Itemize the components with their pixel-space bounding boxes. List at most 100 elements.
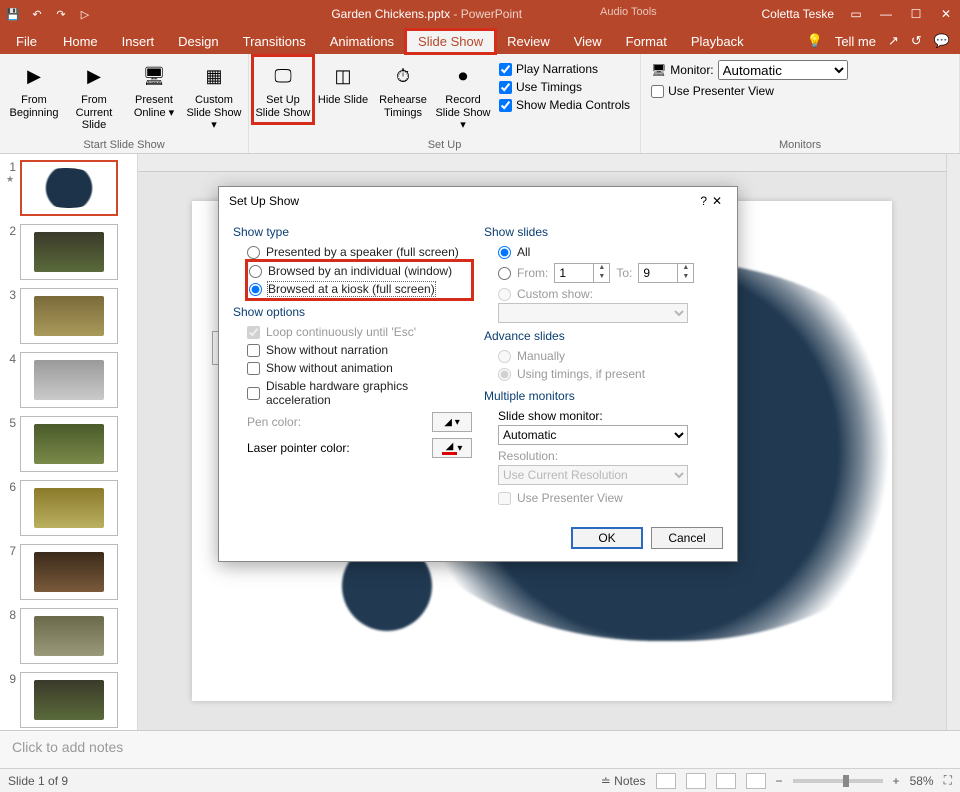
fit-to-window-icon[interactable]: ⛶ bbox=[944, 773, 952, 788]
pen-color-picker[interactable]: ◢ ▾ bbox=[432, 412, 472, 432]
help-icon[interactable]: ? bbox=[700, 194, 707, 208]
close-icon[interactable]: ✕ bbox=[938, 7, 954, 21]
ribbon: ▶From Beginning ▶From Current Slide 🖥Pre… bbox=[0, 54, 960, 154]
zoom-slider[interactable] bbox=[793, 779, 883, 783]
set-up-show-dialog: Set Up Show ? ✕ Show type Presented by a… bbox=[218, 186, 738, 562]
thumbnail-9[interactable] bbox=[20, 672, 118, 728]
laser-color-label: Laser pointer color: bbox=[247, 441, 350, 455]
resolution-select: Use Current Resolution bbox=[498, 465, 688, 485]
show-type-heading: Show type bbox=[233, 225, 472, 239]
thumbnail-4[interactable] bbox=[20, 352, 118, 408]
share-icon[interactable]: ↗ bbox=[888, 33, 899, 49]
slide-show-monitor-select[interactable]: Automatic bbox=[498, 425, 688, 445]
show-slides-heading: Show slides bbox=[484, 225, 723, 239]
show-media-controls-checkbox[interactable]: Show Media Controls bbox=[499, 98, 630, 112]
tab-playback[interactable]: Playback bbox=[679, 30, 756, 53]
start-from-beginning-icon[interactable]: ▷ bbox=[78, 7, 92, 21]
play-current-icon: ▶ bbox=[78, 60, 110, 92]
horizontal-ruler bbox=[138, 154, 946, 172]
ok-button[interactable]: OK bbox=[571, 527, 643, 549]
reading-view-icon[interactable] bbox=[716, 773, 736, 789]
thumbnail-5[interactable] bbox=[20, 416, 118, 472]
close-dialog-icon[interactable]: ✕ bbox=[707, 194, 727, 208]
tab-transitions[interactable]: Transitions bbox=[231, 30, 318, 53]
thumbnail-7[interactable] bbox=[20, 544, 118, 600]
pen-color-label: Pen color: bbox=[247, 415, 301, 429]
tab-animations[interactable]: Animations bbox=[318, 30, 406, 53]
group-set-up: 🖵Set Up Slide Show ◫Hide Slide ⏱Rehearse… bbox=[249, 54, 641, 153]
from-current-slide-button[interactable]: ▶From Current Slide bbox=[64, 56, 124, 136]
custom-show-select bbox=[498, 303, 688, 323]
tab-file[interactable]: File bbox=[2, 30, 51, 53]
zoom-in-icon[interactable]: + bbox=[893, 774, 900, 788]
tab-insert[interactable]: Insert bbox=[110, 30, 167, 53]
maximize-icon[interactable]: ☐ bbox=[908, 7, 924, 21]
cancel-button[interactable]: Cancel bbox=[651, 527, 723, 549]
tab-slide-show[interactable]: Slide Show bbox=[406, 30, 495, 53]
laser-color-picker[interactable]: ◢ ▾ bbox=[432, 438, 472, 458]
radio-from-to[interactable]: From: ▲▼ To: ▲▼ bbox=[498, 261, 723, 285]
tell-me-icon[interactable]: 💡 bbox=[807, 33, 823, 49]
radio-individual[interactable]: Browsed by an individual (window) bbox=[249, 262, 470, 280]
from-beginning-button[interactable]: ▶From Beginning bbox=[4, 56, 64, 123]
monitor-select[interactable]: Automatic bbox=[718, 60, 848, 80]
present-online-button[interactable]: 🖥Present Online ▾ bbox=[124, 56, 184, 123]
thumbnail-2[interactable] bbox=[20, 224, 118, 280]
ribbon-tabs: File Home Insert Design Transitions Anim… bbox=[0, 28, 960, 54]
thumbnail-1[interactable] bbox=[20, 160, 118, 216]
no-animation-checkbox[interactable]: Show without animation bbox=[247, 359, 472, 377]
thumbnail-3[interactable] bbox=[20, 288, 118, 344]
history-icon[interactable]: ↺ bbox=[911, 33, 922, 49]
resolution-label: Resolution: bbox=[498, 445, 723, 465]
thumbnail-8[interactable] bbox=[20, 608, 118, 664]
comments-icon[interactable]: 💬 bbox=[934, 33, 950, 49]
tab-format[interactable]: Format bbox=[614, 30, 679, 53]
set-up-slide-show-button[interactable]: 🖵Set Up Slide Show bbox=[253, 56, 313, 123]
monitor-icon: 🖥 bbox=[651, 63, 666, 77]
thumbnail-6[interactable] bbox=[20, 480, 118, 536]
thumb-number: 8 bbox=[6, 608, 20, 622]
radio-all-slides[interactable]: All bbox=[498, 243, 723, 261]
radio-speaker[interactable]: Presented by a speaker (full screen) bbox=[247, 243, 472, 261]
to-input[interactable] bbox=[638, 263, 678, 283]
from-input[interactable] bbox=[554, 263, 594, 283]
custom-slide-show-button[interactable]: ▦Custom Slide Show ▾ bbox=[184, 56, 244, 136]
title-bar: 💾 ↶ ↷ ▷ Garden Chickens.pptx - PowerPoin… bbox=[0, 0, 960, 28]
slide-thumbnails-panel[interactable]: 1★ 2 3 4 5 6 7 8 9 bbox=[0, 154, 138, 730]
tab-review[interactable]: Review bbox=[495, 30, 562, 53]
radio-kiosk[interactable]: Browsed at a kiosk (full screen) bbox=[249, 280, 470, 298]
dialog-title: Set Up Show bbox=[229, 194, 700, 208]
notes-toggle[interactable]: ≐ Notes bbox=[601, 774, 646, 788]
minimize-icon[interactable]: — bbox=[878, 7, 894, 21]
use-presenter-view-checkbox[interactable]: Use Presenter View bbox=[645, 84, 774, 98]
zoom-level[interactable]: 58% bbox=[910, 774, 934, 788]
ribbon-options-icon[interactable]: ▭ bbox=[848, 7, 864, 21]
undo-icon[interactable]: ↶ bbox=[30, 7, 44, 21]
sorter-view-icon[interactable] bbox=[686, 773, 706, 789]
slideshow-view-icon[interactable] bbox=[746, 773, 766, 789]
tab-home[interactable]: Home bbox=[51, 30, 110, 53]
group-monitors: 🖥 Monitor: Automatic Use Presenter View … bbox=[641, 54, 960, 153]
radio-manually: Manually bbox=[498, 347, 723, 365]
monitor-label: Monitor: bbox=[670, 63, 713, 77]
no-narration-checkbox[interactable]: Show without narration bbox=[247, 341, 472, 359]
hide-slide-button[interactable]: ◫Hide Slide bbox=[313, 56, 373, 111]
disable-hw-checkbox[interactable]: Disable hardware graphics acceleration bbox=[247, 377, 472, 409]
advance-slides-heading: Advance slides bbox=[484, 329, 723, 343]
use-timings-checkbox[interactable]: Use Timings bbox=[499, 80, 630, 94]
notes-pane[interactable]: Click to add notes bbox=[0, 730, 960, 768]
save-icon[interactable]: 💾 bbox=[6, 7, 20, 21]
tell-me[interactable]: Tell me bbox=[835, 34, 876, 49]
zoom-out-icon[interactable]: − bbox=[776, 774, 783, 788]
tab-view[interactable]: View bbox=[562, 30, 614, 53]
record-icon: ⏺ bbox=[447, 60, 479, 92]
tab-design[interactable]: Design bbox=[166, 30, 230, 53]
loop-checkbox: Loop continuously until 'Esc' bbox=[247, 323, 472, 341]
redo-icon[interactable]: ↷ bbox=[54, 7, 68, 21]
radio-using-timings: Using timings, if present bbox=[498, 365, 723, 383]
play-narrations-checkbox[interactable]: Play Narrations bbox=[499, 62, 630, 76]
normal-view-icon[interactable] bbox=[656, 773, 676, 789]
rehearse-timings-button[interactable]: ⏱Rehearse Timings bbox=[373, 56, 433, 123]
vertical-scrollbar[interactable] bbox=[946, 154, 960, 730]
record-slide-show-button[interactable]: ⏺Record Slide Show ▾ bbox=[433, 56, 493, 136]
